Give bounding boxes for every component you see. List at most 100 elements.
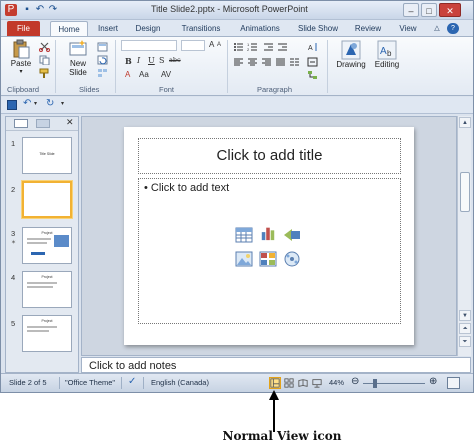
format-painter-icon[interactable]: [39, 68, 50, 78]
slide-thumbnail-2[interactable]: [22, 181, 72, 218]
reset-icon[interactable]: [97, 55, 108, 65]
theme-name[interactable]: "Office Theme": [65, 378, 115, 387]
title-placeholder[interactable]: Click to add title: [138, 138, 401, 174]
insert-clip-art-icon[interactable]: [259, 251, 277, 267]
tab-insert[interactable]: Insert: [93, 21, 123, 36]
find-icon: A b: [377, 40, 397, 60]
cut-icon[interactable]: [39, 42, 50, 52]
tab-home[interactable]: Home: [50, 21, 88, 36]
undo-icon[interactable]: ↶: [23, 98, 31, 109]
drawing-button[interactable]: Drawing: [333, 40, 369, 69]
align-left-icon[interactable]: [233, 57, 244, 67]
minimize-button[interactable]: –: [403, 3, 419, 17]
slide-thumbnail-4[interactable]: Project: [22, 271, 72, 308]
insert-chart-icon[interactable]: [259, 225, 277, 241]
new-slide-button[interactable]: New Slide: [63, 39, 93, 77]
scroll-thumb[interactable]: [460, 172, 470, 212]
customize-qat-icon[interactable]: ▾: [61, 100, 64, 107]
zoom-level[interactable]: 44%: [329, 378, 344, 387]
bullet-glyph: •: [144, 182, 148, 194]
tab-view[interactable]: View: [395, 21, 421, 36]
previous-slide-button[interactable]: ⏶: [459, 323, 471, 334]
insert-smartart-icon[interactable]: [283, 227, 301, 243]
scroll-down-button[interactable]: ▼: [459, 310, 471, 321]
layout-icon[interactable]: [97, 42, 108, 52]
align-text-icon[interactable]: [307, 57, 318, 67]
language-indicator[interactable]: English (Canada): [151, 378, 209, 387]
vertical-scrollbar[interactable]: ▲ ▼ ⏶ ⏷: [457, 116, 471, 356]
fit-slide-icon[interactable]: [447, 377, 460, 389]
slide-sorter-view-icon[interactable]: [283, 377, 295, 389]
slides-tab-icon[interactable]: [14, 119, 28, 128]
smartart-icon[interactable]: [307, 70, 318, 80]
zoom-out-button[interactable]: ⊖: [351, 376, 359, 387]
grow-font-icon[interactable]: A: [209, 40, 214, 49]
bold-button[interactable]: B: [125, 56, 132, 66]
save-icon[interactable]: [7, 100, 17, 110]
status-separator: [59, 377, 60, 389]
slide-thumbnail-3[interactable]: Project: [22, 227, 72, 264]
notes-pane[interactable]: Click to add notes: [81, 357, 471, 373]
font-color-icon[interactable]: A: [125, 70, 130, 79]
tab-file[interactable]: File: [7, 21, 40, 36]
insert-table-icon[interactable]: [235, 227, 253, 243]
outline-tab-icon[interactable]: [36, 119, 50, 128]
thumb-text-line: [27, 330, 49, 332]
section-icon[interactable]: [97, 68, 108, 78]
columns-icon[interactable]: [289, 57, 300, 67]
reading-view-icon[interactable]: [297, 377, 309, 389]
slide-indicator[interactable]: Slide 2 of 5: [9, 378, 47, 387]
thumb-text-line: [27, 286, 53, 288]
tab-transitions[interactable]: Transitions: [175, 21, 227, 36]
char-spacing-icon[interactable]: AV: [161, 70, 171, 79]
slide-thumbnail-1[interactable]: Title Slide: [22, 137, 72, 174]
shadow-button[interactable]: S: [159, 56, 164, 65]
group-label-paragraph: Paragraph: [257, 85, 293, 94]
powerpoint-app-icon[interactable]: P: [5, 4, 17, 16]
italic-button[interactable]: I: [137, 56, 140, 65]
tab-animations[interactable]: Animations: [235, 21, 285, 36]
justify-icon[interactable]: [275, 57, 286, 67]
insert-picture-icon[interactable]: [235, 251, 253, 267]
zoom-in-button[interactable]: ⊕: [429, 376, 437, 387]
content-placeholder[interactable]: • Click to add text: [138, 178, 401, 324]
slide-thumbnail-5[interactable]: Project: [22, 315, 72, 352]
slide-show-view-icon[interactable]: [311, 377, 323, 389]
shrink-font-icon[interactable]: A: [217, 42, 221, 48]
tab-review[interactable]: Review: [351, 21, 385, 36]
text-direction-icon[interactable]: A: [307, 42, 318, 52]
zoom-slider-thumb[interactable]: [373, 379, 377, 388]
font-name-combo[interactable]: [121, 40, 177, 51]
undo-dropdown-icon[interactable]: ▾: [34, 100, 37, 107]
paste-button[interactable]: Paste ▾: [7, 39, 35, 75]
bullets-icon[interactable]: [233, 42, 244, 52]
tab-slide-show[interactable]: Slide Show: [293, 21, 343, 36]
change-case-icon[interactable]: Aa: [139, 70, 149, 79]
help-icon[interactable]: ?: [447, 23, 459, 34]
repeat-icon[interactable]: ↻: [46, 98, 54, 109]
align-center-icon[interactable]: [247, 57, 258, 67]
close-pane-icon[interactable]: ✕: [66, 117, 74, 128]
close-button[interactable]: ✕: [439, 3, 461, 17]
numbering-icon[interactable]: 12: [247, 42, 258, 52]
decrease-indent-icon[interactable]: [263, 42, 274, 52]
align-right-icon[interactable]: [261, 57, 272, 67]
insert-media-icon[interactable]: [283, 251, 301, 267]
tab-design[interactable]: Design: [131, 21, 165, 36]
animation-star-icon: ✶: [11, 240, 17, 246]
copy-icon[interactable]: [39, 55, 50, 65]
next-slide-button[interactable]: ⏷: [459, 336, 471, 347]
increase-indent-icon[interactable]: [277, 42, 288, 52]
spelling-check-icon[interactable]: ✓: [128, 376, 136, 387]
undo-icon[interactable]: ↶: [34, 4, 46, 16]
save-icon[interactable]: ▪: [21, 4, 33, 16]
maximize-button[interactable]: □: [421, 3, 437, 17]
editing-button[interactable]: A b Editing: [369, 40, 405, 69]
underline-button[interactable]: U: [148, 56, 155, 65]
redo-icon[interactable]: ↷: [47, 4, 59, 16]
minimize-ribbon-icon[interactable]: △: [431, 21, 443, 36]
scroll-up-button[interactable]: ▲: [459, 117, 471, 128]
strikethrough-button[interactable]: abc: [169, 56, 181, 64]
paste-dropdown-icon[interactable]: ▾: [7, 68, 35, 75]
font-size-combo[interactable]: [181, 40, 205, 51]
